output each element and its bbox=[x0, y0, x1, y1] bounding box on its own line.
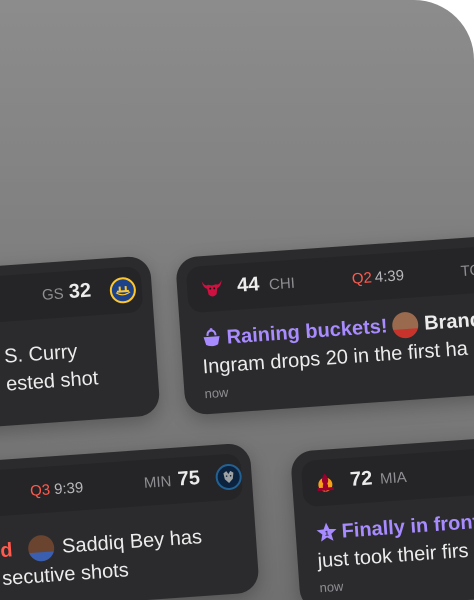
team-abbr: CHI bbox=[268, 274, 296, 294]
notification-headline-name: Brand bbox=[423, 308, 474, 335]
game-clock: 9:39 bbox=[53, 479, 84, 499]
notification-card-bey[interactable]: Q3 9:39 MIN 75 d Saddiq Bey has secutive… bbox=[0, 442, 260, 600]
game-quarter: Q3 bbox=[29, 481, 51, 500]
notification-headline: Finally in front bbox=[340, 511, 474, 543]
player-avatar bbox=[27, 534, 56, 563]
notification-time: now bbox=[319, 578, 344, 596]
notification-body: just took their firs bbox=[316, 539, 470, 573]
team-abbr: MIA bbox=[379, 468, 408, 488]
background-panel: GS 32 S. Curry ested shot 44 CHI Q2 4:39… bbox=[0, 0, 474, 600]
notification-line-prefix: d bbox=[0, 539, 14, 563]
notification-line-2: secutive shots bbox=[1, 559, 130, 591]
team-abbr: GS bbox=[41, 285, 65, 304]
team-score: 32 bbox=[68, 279, 92, 304]
svg-text:1: 1 bbox=[325, 530, 329, 537]
opponent-abbr: TO bbox=[460, 261, 474, 281]
notification-line-1: Saddiq Bey has bbox=[61, 526, 203, 558]
notification-card-ingram[interactable]: 44 CHI Q2 4:39 TO Raining buckets! Brand… bbox=[175, 235, 474, 416]
basket-icon bbox=[200, 327, 224, 353]
scoreboard-strip bbox=[185, 246, 474, 314]
notification-card-heat[interactable]: 72 MIA 1 Finally in front just took thei… bbox=[290, 437, 474, 600]
player-avatar bbox=[391, 311, 420, 339]
star-icon: 1 bbox=[315, 521, 339, 549]
game-clock: 4:39 bbox=[374, 267, 405, 287]
team-score: 72 bbox=[349, 467, 374, 491]
heat-logo-icon bbox=[311, 469, 339, 497]
notification-time: now bbox=[204, 384, 229, 402]
notification-card-curry[interactable]: GS 32 S. Curry ested shot bbox=[0, 255, 161, 430]
notification-line-2: ested shot bbox=[5, 367, 99, 396]
team-score: 75 bbox=[176, 467, 201, 491]
team-abbr: MIN bbox=[143, 473, 172, 492]
bulls-logo-icon bbox=[198, 275, 226, 303]
team-score: 44 bbox=[236, 273, 261, 297]
game-quarter: Q2 bbox=[351, 269, 373, 288]
notification-line-1: S. Curry bbox=[3, 340, 79, 368]
